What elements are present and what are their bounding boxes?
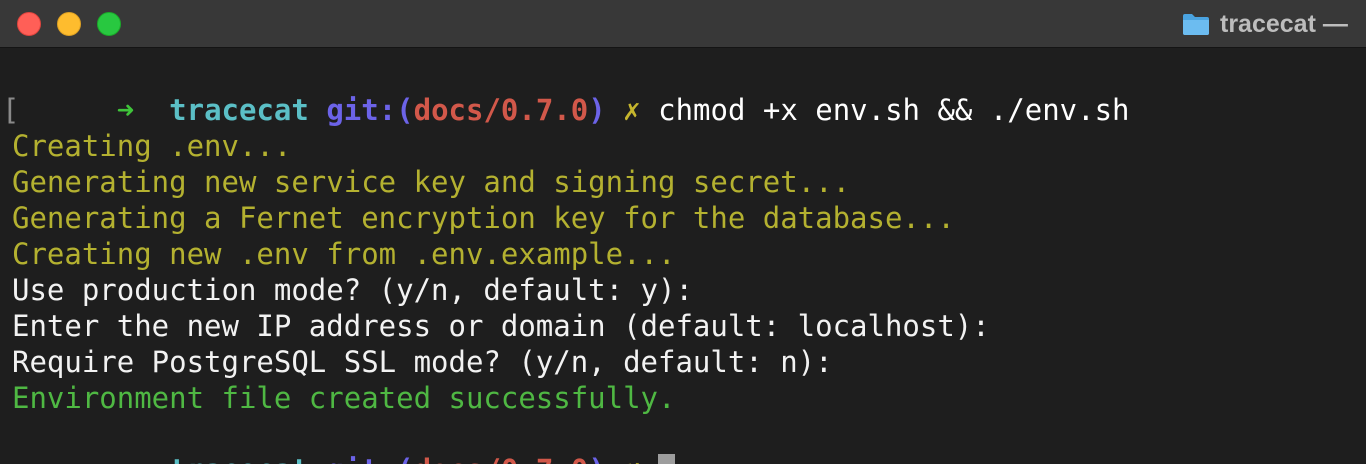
minimize-window-button[interactable]: [57, 12, 81, 36]
output-line: Enter the new IP address or domain (defa…: [12, 309, 990, 343]
command-text: chmod +x env.sh && ./env.sh: [658, 93, 1130, 127]
prompt-arrow-icon: ➜: [116, 93, 135, 127]
prompt-git-close: ): [588, 453, 605, 464]
prompt-arrow-icon: ➜: [117, 453, 134, 464]
terminal-window: tracecat — [ ➜ tracecat git:(docs/0.7.0) …: [0, 0, 1366, 464]
folder-icon: [1182, 12, 1210, 36]
output-line: Creating new .env from .env.example...: [12, 237, 676, 271]
prompt-directory: tracecat: [169, 93, 309, 127]
terminal-content[interactable]: [➜ tracecat git:(docs/0.7.0) ✗ chmod +x …: [0, 48, 1366, 464]
prompt-git-label: git:(: [326, 453, 413, 464]
prompt-git-label: git:(: [326, 93, 414, 127]
title-bar: tracecat —: [0, 0, 1366, 48]
zoom-window-button[interactable]: [97, 12, 121, 36]
prompt-dirty-marker: ✗: [623, 453, 640, 464]
prompt-git-branch: docs/0.7.0: [414, 453, 589, 464]
prompt-git-branch: docs/0.7.0: [413, 93, 589, 127]
window-title: tracecat —: [1182, 0, 1348, 48]
close-window-button[interactable]: [17, 12, 41, 36]
prompt-directory: tracecat: [169, 453, 309, 464]
output-line: Require PostgreSQL SSL mode? (y/n, defau…: [12, 345, 833, 379]
output-line: Generating new service key and signing s…: [12, 165, 851, 199]
output-line: Creating .env...: [12, 129, 292, 163]
prompt-dirty-marker: ✗: [623, 93, 641, 127]
prompt-line-1: [ ➜ tracecat git:(docs/0.7.0) ✗ chmod +x …: [2, 56, 1130, 127]
text-cursor: [658, 453, 676, 464]
prompt-line-2: ➜ tracecat git:(docs/0.7.0) ✗: [12, 416, 676, 464]
output-line: Generating a Fernet encryption key for t…: [12, 201, 955, 235]
window-title-text: tracecat —: [1220, 9, 1348, 38]
output-line: Use production mode? (y/n, default: y):: [12, 273, 693, 307]
prompt-git-close: ): [588, 93, 606, 127]
output-line: Environment file created successfully.: [12, 381, 676, 415]
selection-bracket: [: [2, 93, 20, 127]
